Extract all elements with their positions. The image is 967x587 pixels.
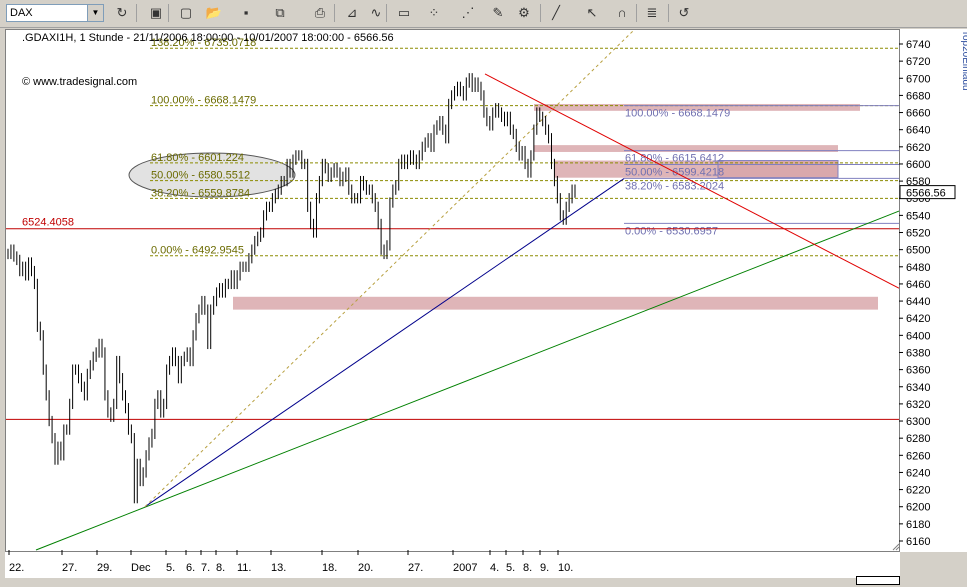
y-tick-label: 6380 [906,347,930,359]
x-tick-label: 8. [216,562,225,574]
x-tick-label: 10. [558,562,573,574]
x-tick-label: 22. [9,562,24,574]
x-tick-label: 6. [186,562,195,574]
x-tick-label: Dec [131,562,151,574]
horizontal-scroll-thumb[interactable] [856,576,900,585]
y-tick-label: 6160 [906,536,930,548]
y-tick-label: 6220 [906,485,930,497]
y-tick-label: 6740 [906,39,930,51]
x-tick-label: 29. [97,562,112,574]
x-tick-label: 20. [358,562,373,574]
y-tick-label: 6600 [906,159,930,171]
x-tick-label: 2007 [453,562,477,574]
y-tick-label: 6440 [906,296,930,308]
y-tick-label: 6640 [906,125,930,137]
y-tick-label: 6700 [906,73,930,85]
y-tick-label: 6340 [906,382,930,394]
x-tick-label: 5. [166,562,175,574]
y-tick-label: 6400 [906,330,930,342]
fib-label-left: 0.00% - 6492.9545 [151,245,244,257]
fib-label-left: 38.20% - 6559.8784 [151,187,250,199]
x-tick-label: 9. [540,562,549,574]
y-tick-label: 6320 [906,399,930,411]
horizontal-line-label: 6524.4058 [22,217,74,229]
y-tick-label: 6360 [906,365,930,377]
y-tick-label: 6680 [906,90,930,102]
chart-header: .GDAXI1H, 1 Stunde - 21/11/2006 18:00:00… [22,32,394,44]
y-tick-label: 6300 [906,416,930,428]
y-tick-label: 6620 [906,142,930,154]
x-tick-label: 13. [271,562,286,574]
sidebar-label: Top20Einladu [960,30,967,91]
y-tick-label: 6280 [906,433,930,445]
x-tick-label: 7. [201,562,210,574]
y-tick-label: 6480 [906,262,930,274]
watermark: © www.tradesignal.com [22,76,138,88]
y-tick-label: 6660 [906,108,930,120]
y-tick-label: 6520 [906,228,930,240]
x-tick-label: 8. [523,562,532,574]
y-tick-label: 6200 [906,502,930,514]
fib-label-left: 61.80% - 6601.224 [151,152,244,164]
y-tick-label: 6540 [906,210,930,222]
resize-grip-icon [892,543,900,551]
y-tick-label: 6420 [906,313,930,325]
y-tick-label: 6240 [906,467,930,479]
support-zone [233,296,878,310]
fib-label-left: 50.00% - 6580.5512 [151,170,250,182]
x-tick-label: 18. [322,562,337,574]
green-uptrend [35,210,900,551]
y-tick-label: 6260 [906,450,930,462]
last-price-label: 6566.56 [906,188,946,200]
y-tick-label: 6460 [906,279,930,291]
x-tick-label: 4. [490,562,499,574]
blue-uptrend [144,178,625,508]
x-tick-label: 5. [506,562,515,574]
y-tick-label: 6720 [906,56,930,68]
fib-label-left: 100.00% - 6668.1479 [151,95,256,107]
y-tick-label: 6180 [906,519,930,531]
chart-svg: 138.20% - 6735.0718100.00% - 6668.147961… [6,29,967,574]
x-tick-label: 27. [408,562,423,574]
y-tick-label: 6500 [906,245,930,257]
fib-label-right: 100.00% - 6668.1479 [625,108,730,120]
x-tick-label: 11. [237,562,251,574]
watermark-text: www.tradesignal.com [33,76,138,88]
fib-label-right: 0.00% - 6530.6957 [625,225,718,237]
x-tick-label: 27. [62,562,77,574]
